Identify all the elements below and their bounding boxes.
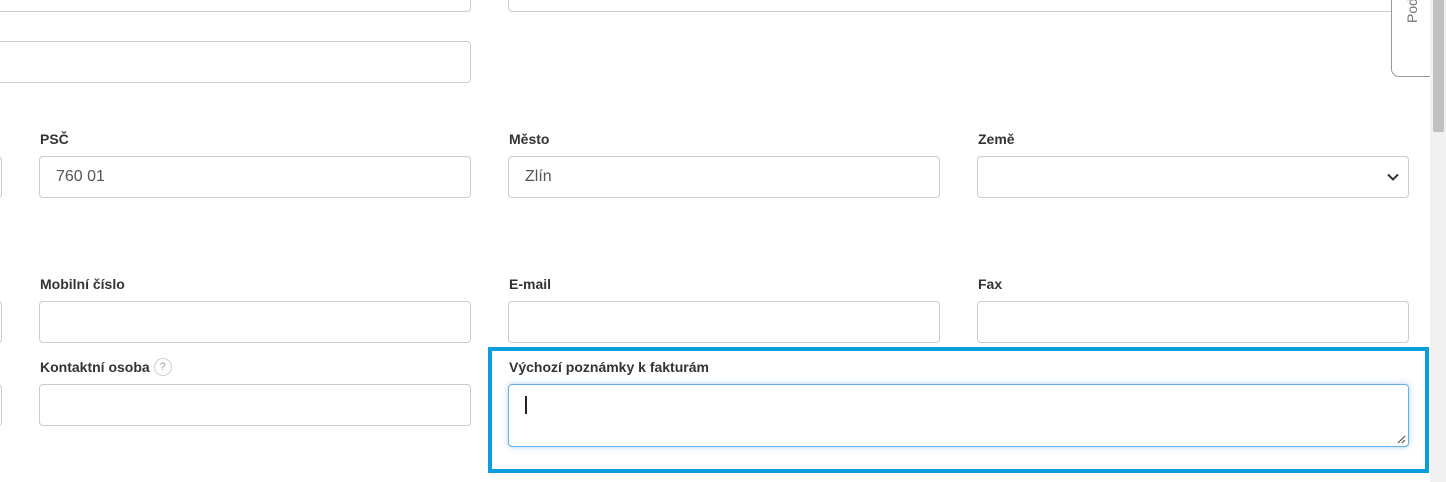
- left-edge-input[interactable]: [0, 156, 2, 198]
- side-tab-label: Podp: [1404, 0, 1420, 23]
- mobil-input[interactable]: [39, 301, 471, 343]
- kontakt-label-text: Kontaktní osoba: [40, 359, 150, 375]
- poznamky-label: Výchozí poznámky k fakturám: [509, 359, 709, 375]
- chevron-down-icon: [1387, 173, 1399, 181]
- kontakt-label: Kontaktní osoba?: [40, 358, 172, 377]
- zeme-label: Země: [978, 131, 1015, 147]
- fax-input[interactable]: [977, 301, 1409, 343]
- resize-grip-icon[interactable]: [1396, 434, 1406, 444]
- scrollbar-thumb[interactable]: [1433, 0, 1444, 132]
- fax-label: Fax: [978, 276, 1003, 292]
- left-edge-input[interactable]: [0, 384, 2, 426]
- text-caret: [525, 396, 527, 414]
- kontakt-input[interactable]: [39, 384, 471, 426]
- poznamky-textarea[interactable]: [508, 384, 1409, 447]
- form-page: PSČ 760 01 Město Zlín Země Mobilní číslo…: [0, 0, 1446, 482]
- zeme-select[interactable]: [977, 156, 1409, 198]
- mesto-input[interactable]: Zlín: [508, 156, 940, 198]
- address-line-input[interactable]: [0, 41, 471, 83]
- vertical-scrollbar[interactable]: [1430, 0, 1446, 482]
- email-label: E-mail: [509, 276, 552, 292]
- mobil-label: Mobilní číslo: [40, 276, 125, 292]
- email-input[interactable]: [508, 301, 940, 343]
- top-left-input[interactable]: [0, 0, 471, 12]
- psc-label: PSČ: [40, 131, 69, 147]
- psc-input[interactable]: 760 01: [39, 156, 471, 198]
- left-edge-input[interactable]: [0, 301, 2, 343]
- help-icon[interactable]: ?: [153, 358, 172, 377]
- top-right-input[interactable]: [508, 0, 1409, 12]
- mesto-label: Město: [509, 131, 550, 147]
